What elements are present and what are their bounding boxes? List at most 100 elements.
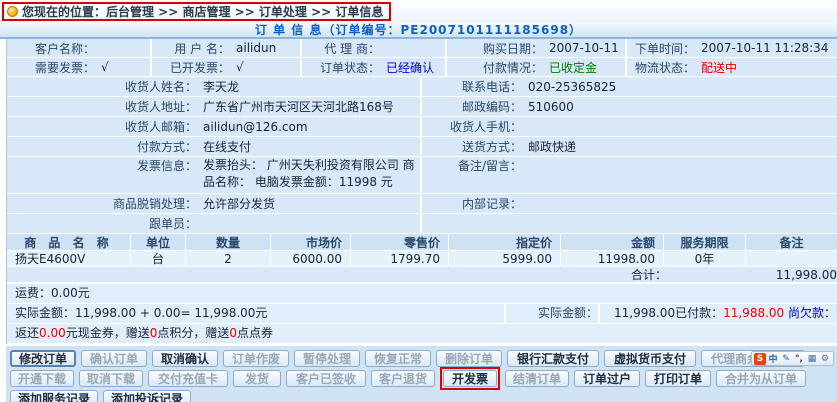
shipping-info-rows: 收货人姓名：李天龙联系电话：020-25365825收货人地址：广东省广州市天河… <box>7 77 837 234</box>
field-value: 2007-10-11 <box>543 41 619 55</box>
pen-icon[interactable]: ✎ <box>780 353 792 365</box>
field-label: 跟单员： <box>7 215 197 232</box>
field-value: 允许部分发货 <box>197 195 275 212</box>
field-cell: 收货人姓名：李天龙 <box>7 77 420 96</box>
action-button: 暂停处理 <box>294 350 360 367</box>
column-header: 服务期限 <box>663 234 745 250</box>
table-cell: 台 <box>130 251 185 266</box>
action-button: 开通下载 <box>10 370 74 387</box>
field-value: 广东省广州市天河区天河北路168号 <box>197 98 394 115</box>
product-table: 商 品 名 称单位数量市场价零售价指定价金额服务期限备注 扬天E4600V台26… <box>7 234 837 284</box>
column-header: 商 品 名 称 <box>7 234 130 250</box>
ime-toolbar[interactable]: S中✎°,▦⚙ <box>751 351 834 366</box>
field-label: 下单时间： <box>627 40 695 57</box>
field-cell: 收货人地址：广东省广州市天河区天河北路168号 <box>7 97 420 116</box>
action-button[interactable]: 添加服务记录 <box>10 390 98 402</box>
field-cell: 订单状态：已经确认 <box>300 58 445 76</box>
field-value: ailidun@126.com <box>197 120 308 134</box>
action-button: 删除订单 <box>436 350 502 367</box>
table-cell: 0年 <box>663 251 745 266</box>
field-label: 付款情况： <box>447 59 543 76</box>
field-cell: 客户名称： <box>7 39 150 57</box>
action-button[interactable]: 取消确认 <box>152 350 218 367</box>
field-value: √ <box>230 60 244 74</box>
field-label: 订单状态： <box>302 59 380 76</box>
freight-line: 运费：0.00元 <box>7 284 837 304</box>
action-button: 结清订单 <box>505 370 569 387</box>
field-value: 邮政快递 <box>522 138 576 155</box>
wrench-icon[interactable]: ⚙ <box>819 353 831 365</box>
button-row-1: 修改订单确认订单取消确认订单作废暂停处理恢复正常删除订单银行汇款支付虚拟货币支付… <box>10 350 837 367</box>
action-button: 取消下载 <box>79 370 143 387</box>
field-cell: 邮政编码：510600 <box>420 97 837 116</box>
field-label: 收货人姓名： <box>7 78 197 95</box>
field-cell: 联系电话：020-25365825 <box>420 77 837 96</box>
field-value: √ <box>95 60 109 74</box>
field-cell: 下单时间：2007-10-11 11:28:34 <box>625 39 837 57</box>
field-cell: 送货方式：邮政快递 <box>420 137 837 156</box>
paid-value: 11,988.00 <box>723 306 784 320</box>
punctuation-icon[interactable]: °, <box>793 353 805 365</box>
rebate-text: 元现金券，赠送 <box>66 324 150 343</box>
field-label: 送货方式： <box>422 138 522 155</box>
action-button[interactable]: 银行汇款支付 <box>507 350 599 367</box>
field-cell <box>420 214 837 233</box>
actual-amount-line: 实际金额：11,998.00 + 0.00= 11,998.00元 实际金额： … <box>7 304 837 324</box>
column-header: 金额 <box>560 234 663 250</box>
table-cell: 2 <box>185 251 270 266</box>
button-row-2: 开通下载取消下载交付充值卡发货客户已签收客户退货开发票结清订单订单过户打印订单合… <box>10 370 837 387</box>
actual-amount-label: 实际金额： <box>504 304 600 323</box>
field-cell: 付款方式：在线支付 <box>7 137 420 156</box>
field-label: 内部记录： <box>422 195 522 212</box>
column-header: 备注 <box>745 234 837 250</box>
location-bullet-icon <box>7 6 18 17</box>
rebate-text: 返还 <box>15 324 39 343</box>
field-cell: 已开发票：√ <box>150 58 300 76</box>
field-label: 联系电话： <box>422 78 522 95</box>
order-status-row: 需要发票：√已开发票：√订单状态：已经确认付款情况：已收定金物流状态：配送中 <box>7 58 837 77</box>
field-cell: 代 理 商： <box>300 39 445 57</box>
table-total-row: 合计： 11,998.00 <box>7 267 837 283</box>
breadcrumb-bar: 您现在的位置：后台管理 >> 商店管理 >> 订单处理 >> 订单信息 <box>0 0 837 22</box>
action-button[interactable]: 添加投诉记录 <box>103 390 191 402</box>
table-cell: 1799.70 <box>350 251 448 266</box>
field-cell: 需要发票：√ <box>7 58 150 76</box>
info-row: 发票信息：发票抬头： 广州天失利投资有限公司 商品名称： 电脑发票金额：1199… <box>7 157 837 194</box>
rebate-text: 点点券 <box>237 324 273 343</box>
column-header: 单位 <box>130 234 185 250</box>
info-row: 收货人邮箱：ailidun@126.com 收货人手机： <box>7 117 837 137</box>
field-label: 备注/留言： <box>422 157 522 174</box>
table-cell: 扬天E4600V <box>7 251 130 266</box>
action-button: 合并为从订单 <box>716 370 806 387</box>
action-button: 恢复正常 <box>365 350 431 367</box>
field-value: 510600 <box>522 100 574 114</box>
field-label: 收货人地址： <box>7 98 197 115</box>
annotation-highlight: 开发票 <box>440 367 500 390</box>
action-button[interactable]: 订单过户 <box>574 370 640 387</box>
invoice-button[interactable]: 开发票 <box>443 370 497 387</box>
action-button-panel: 修改订单确认订单取消确认订单作废暂停处理恢复正常删除订单银行汇款支付虚拟货币支付… <box>6 344 837 402</box>
field-label: 代 理 商： <box>302 40 380 57</box>
action-button: 交付充值卡 <box>148 370 228 387</box>
field-cell: 收货人手机： <box>420 117 837 136</box>
field-label: 购买日期： <box>447 40 543 57</box>
field-value: 在线支付 <box>197 138 251 155</box>
action-button[interactable]: 修改订单 <box>10 350 76 367</box>
column-header: 指定价 <box>448 234 560 250</box>
field-value: ailidun <box>230 41 276 55</box>
chinese-mode-icon[interactable]: 中 <box>767 353 779 365</box>
field-label: 客户名称： <box>7 40 95 57</box>
field-label: 需要发票： <box>7 59 95 76</box>
breadcrumb[interactable]: 您现在的位置：后台管理 >> 商店管理 >> 订单处理 >> 订单信息 <box>2 2 391 21</box>
table-cell: 11998.00 <box>560 251 663 266</box>
sogou-s-icon[interactable]: S <box>754 353 766 365</box>
field-cell: 内部记录： <box>420 194 837 213</box>
field-label: 收货人邮箱： <box>7 118 197 135</box>
order-meta-row-1: 客户名称：用 户 名：ailidun代 理 商：购买日期：2007-10-11下… <box>7 39 837 58</box>
order-detail-panel: 客户名称：用 户 名：ailidun代 理 商：购买日期：2007-10-11下… <box>6 39 837 344</box>
keyboard-icon[interactable]: ▦ <box>806 353 818 365</box>
field-value: 已收定金 <box>543 59 597 76</box>
actual-amount-value: 11,998.00 <box>614 306 675 320</box>
action-button[interactable]: 打印订单 <box>645 370 711 387</box>
action-button[interactable]: 虚拟货币支付 <box>604 350 696 367</box>
